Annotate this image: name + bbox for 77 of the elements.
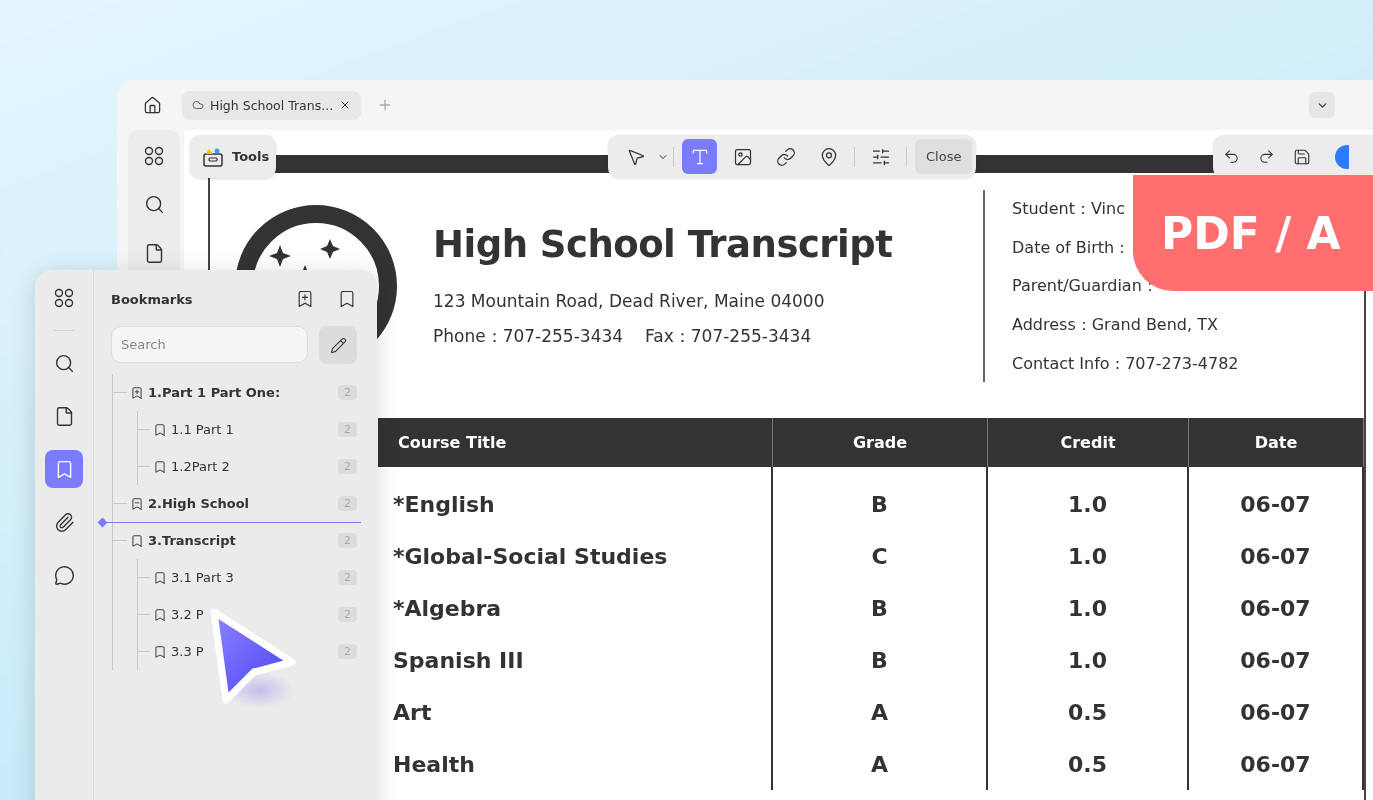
fax-text: Fax：707-255-3434 <box>645 326 812 346</box>
bookmark-item[interactable]: 2.High School <box>148 496 250 511</box>
column-header: Grade <box>773 418 988 467</box>
bookmark-item[interactable]: 3.Transcript <box>148 533 236 548</box>
table-cell: 06-07 <box>1240 595 1311 621</box>
bookmark-plus-icon[interactable] <box>130 385 144 400</box>
drop-indicator-handle <box>97 517 108 528</box>
table-cell: Health <box>393 751 475 777</box>
tools-button[interactable]: Tools <box>190 135 276 178</box>
table-cell: *Global-Social Studies <box>393 543 668 569</box>
table-cell: *English <box>393 491 495 517</box>
bookmark-item[interactable]: 1.1 Part 1 <box>171 422 234 437</box>
close-button[interactable]: Close <box>915 139 973 174</box>
table-cell: 1.0 <box>1068 491 1107 517</box>
link-icon <box>775 146 796 167</box>
address-text: 123 Mountain Road, Dead River, Maine 04000 <box>433 291 825 311</box>
search-icon[interactable] <box>143 194 165 215</box>
table-cell: 1.0 <box>1068 647 1107 673</box>
bookmark-item[interactable]: 3.2 P <box>171 607 204 622</box>
table-cell: B <box>871 647 888 673</box>
bookmark-icon <box>153 607 167 622</box>
table-cell: A <box>871 699 888 725</box>
bookmark-icon <box>153 459 167 474</box>
document-tab[interactable]: High School Trans... <box>182 90 362 120</box>
cloud-icon <box>192 99 204 111</box>
table-cell: Art <box>393 699 432 725</box>
table-cell: C <box>871 543 888 569</box>
search-icon <box>53 352 75 374</box>
grid-icon[interactable] <box>144 146 164 166</box>
bookmark-icon <box>153 570 167 585</box>
table-cell: 06-07 <box>1240 647 1311 673</box>
info-text: Parent/Guardian： <box>1012 276 1159 298</box>
grid-icon <box>54 288 74 308</box>
info-text: Student：Vinc <box>1012 198 1126 220</box>
info-text: Date of Birth： <box>1012 237 1132 259</box>
table-cell: Spanish III <box>393 647 524 673</box>
table-cell: 1.0 <box>1068 595 1107 621</box>
table-cell: B <box>871 595 888 621</box>
pencil-icon <box>329 336 347 354</box>
search-field[interactable]: Search <box>111 326 308 363</box>
table-cell: 06-07 <box>1240 699 1311 725</box>
bookmark-item[interactable]: 3.1 Part 3 <box>171 570 234 585</box>
table-cell: A <box>871 751 888 777</box>
table-cell: 0.5 <box>1068 699 1107 725</box>
bookmark-item[interactable]: 1.2Part 2 <box>171 459 230 474</box>
bookmark-icon <box>153 644 167 659</box>
text-tool[interactable] <box>682 139 717 174</box>
column-header: Credit <box>988 418 1189 467</box>
bookmark-icon <box>130 533 144 548</box>
table-cell: 1.0 <box>1068 543 1107 569</box>
info-text: Contact Info : 707-273-4782 <box>1012 354 1240 374</box>
bookmark-icon <box>153 422 167 437</box>
sliders-icon <box>870 146 891 167</box>
comment-icon <box>53 564 75 586</box>
paperclip-icon <box>53 511 75 533</box>
phone-text: Phone：707-255-3434 <box>433 326 624 346</box>
table-cell: B <box>871 491 888 517</box>
bookmark-item[interactable]: 1.Part 1 Part One: <box>148 385 281 400</box>
column-header: Course Title <box>378 418 773 467</box>
info-text: Address：Grand Bend, TX <box>1012 315 1219 337</box>
undo-icon[interactable] <box>1223 148 1240 165</box>
image-icon <box>732 146 753 167</box>
edit-button[interactable] <box>319 326 357 364</box>
panel-title: Bookmarks <box>111 291 194 307</box>
document-title: High School Transcript <box>433 223 894 266</box>
redo-icon[interactable] <box>1258 148 1275 165</box>
bookmark-minus-icon[interactable] <box>130 496 144 511</box>
table-cell: 0.5 <box>1068 751 1107 777</box>
table-cell: 06-07 <box>1240 751 1311 777</box>
save-icon[interactable] <box>1293 147 1311 166</box>
table-cell: 06-07 <box>1240 543 1311 569</box>
bookmarks-button[interactable] <box>45 450 83 488</box>
home-icon[interactable] <box>143 95 162 115</box>
column-header: Date <box>1189 418 1364 467</box>
table-cell: 06-07 <box>1240 491 1311 517</box>
table-cell: *Algebra <box>393 595 502 621</box>
bookmark-item[interactable]: 3.3 P <box>171 644 204 659</box>
